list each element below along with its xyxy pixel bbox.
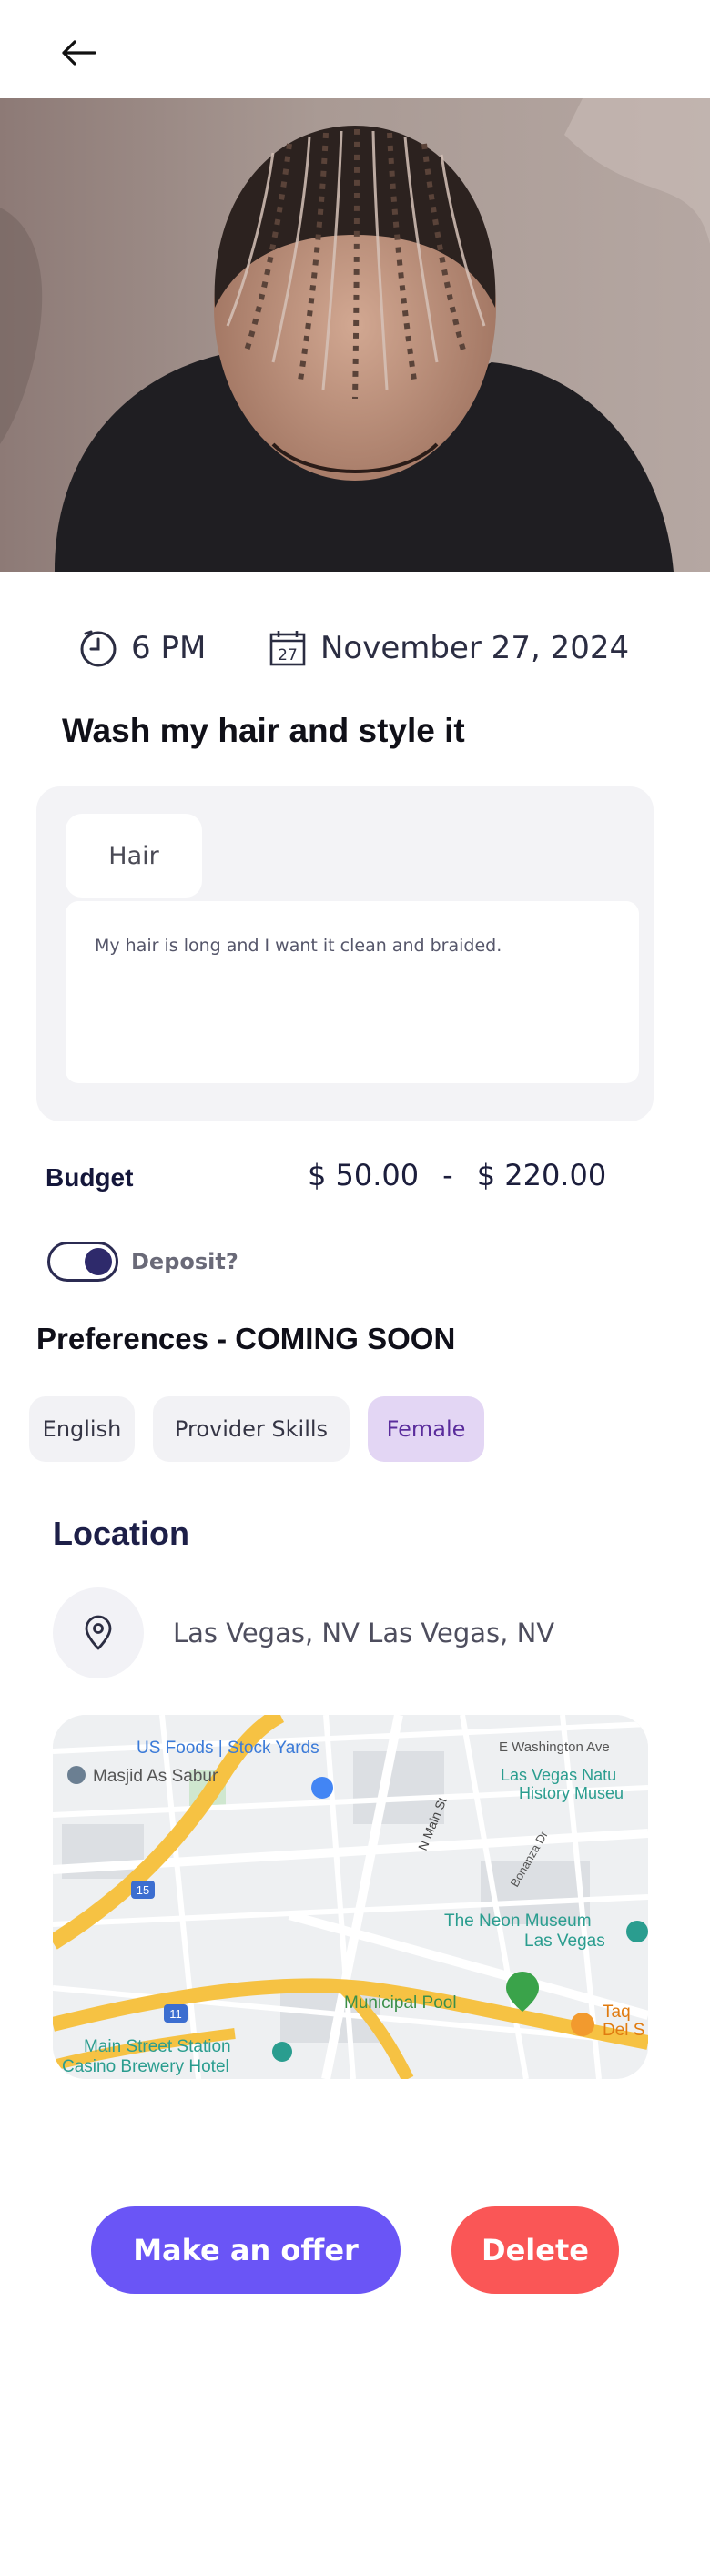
make-offer-button[interactable]: Make an offer <box>91 2206 401 2294</box>
map-label-i11: 11 <box>169 2007 182 2021</box>
chip-provider-skills[interactable]: Provider Skills <box>153 1396 350 1462</box>
chip-english[interactable]: English <box>29 1396 135 1462</box>
map-label-station-1: Main Street Station <box>84 2037 231 2056</box>
preferences-chips: English Provider Skills Female <box>29 1396 484 1462</box>
map-label-us-foods: US Foods | Stock Yards <box>137 1739 320 1758</box>
date-display: 27 November 27, 2024 <box>268 621 629 675</box>
deposit-toggle[interactable] <box>47 1242 118 1282</box>
map-label-neon-1: The Neon Museum <box>444 1912 592 1931</box>
location-row: Las Vegas, NV Las Vegas, NV <box>53 1587 554 1678</box>
map-label-i15: 15 <box>137 1883 149 1897</box>
map-label-masjid: Masjid As Sabur <box>93 1767 218 1786</box>
arrow-left-icon <box>62 40 96 66</box>
map-label-pool: Municipal Pool <box>344 1993 457 2013</box>
time-text: 6 PM <box>131 630 207 666</box>
budget-range: $ 50.00 - $ 220.00 <box>308 1158 606 1192</box>
calendar-day: 27 <box>278 646 298 664</box>
pin-circle <box>53 1587 144 1678</box>
request-title: Wash my hair and style it <box>62 712 465 749</box>
chip-female[interactable]: Female <box>368 1396 484 1462</box>
location-address: Las Vegas, NV Las Vegas, NV <box>173 1618 555 1648</box>
map-label-museum-2: History Museu <box>519 1784 624 1802</box>
request-description: My hair is long and I want it clean and … <box>66 901 639 1083</box>
map-label-taco-1: Taq <box>603 2003 631 2022</box>
request-card: Hair My hair is long and I want it clean… <box>36 786 654 1121</box>
map-label-taco-2: Del S <box>603 2021 644 2040</box>
time-display: 6 PM <box>78 621 206 675</box>
budget-separator: - <box>442 1158 453 1192</box>
delete-button[interactable]: Delete <box>451 2206 619 2294</box>
map-label-museum-1: Las Vegas Natu <box>501 1766 616 1784</box>
map-label-neon-2: Las Vegas <box>524 1932 605 1951</box>
budget-min: $ 50.00 <box>308 1158 420 1192</box>
hero-image <box>0 98 710 572</box>
deposit-label: Deposit? <box>131 1249 238 1274</box>
map-label-washington: E Washington Ave <box>499 1739 610 1755</box>
toggle-knob <box>85 1248 112 1275</box>
deposit-row: Deposit? <box>47 1242 238 1282</box>
back-button[interactable] <box>53 27 104 78</box>
schedule-row: 6 PM 27 November 27, 2024 <box>0 621 710 675</box>
category-tag: Hair <box>66 814 202 898</box>
budget-max: $ 220.00 <box>476 1158 607 1192</box>
clock-icon <box>80 630 117 667</box>
preferences-title: Preferences - COMING SOON <box>36 1322 456 1355</box>
budget-label: Budget <box>46 1163 134 1192</box>
date-text: November 27, 2024 <box>320 630 630 666</box>
map-label-station-2: Casino Brewery Hotel <box>62 2057 229 2076</box>
location-title: Location <box>53 1515 189 1552</box>
location-map[interactable]: 15 11 US Foods | Stock Yards E Washingto… <box>53 1715 648 2079</box>
map-pin-icon <box>85 1615 112 1650</box>
calendar-icon: 27 <box>269 631 306 666</box>
top-bar <box>0 0 710 98</box>
